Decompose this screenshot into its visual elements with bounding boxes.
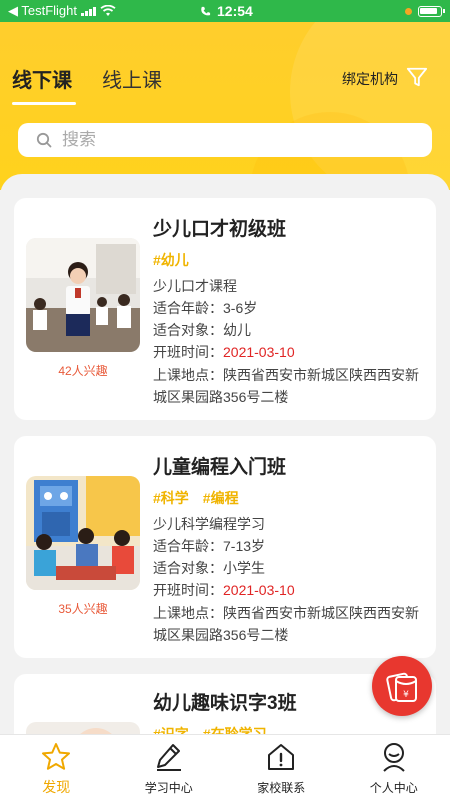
course-age: 适合年龄：7-13岁 [153,538,266,554]
tab-online-courses[interactable]: 线上课 [102,64,162,93]
course-location: 上课地点：陕西省西安市新城区陕西西安新城区果园路356号二楼 [153,605,419,643]
nav-label: 家校联系 [257,781,306,795]
clock: 12:54 [217,3,253,19]
course-start: 开班时间：2021-03-10 [153,342,295,362]
start-date: 2021-03-10 [223,344,295,360]
course-description: 少儿科学编程学习 [153,516,265,532]
user-icon [383,743,405,772]
recording-dot-icon [405,7,412,15]
bind-organization-button[interactable]: 绑定机构 [342,69,398,89]
course-location: 上课地点：陕西省西安市新城区陕西西安新城区果园路356号二楼 [153,367,419,405]
course-start: 开班时间：2021-03-10 [153,580,295,600]
header: 线下课 线上课 绑定机构 [0,22,450,190]
search-bar[interactable] [18,123,432,157]
course-card[interactable]: 少儿口才初级班 #幼儿 42人兴趣 少儿口才课程 适合年龄：3-6岁 适合对象：… [14,198,436,420]
course-tag[interactable]: #在聆学习 [203,724,267,734]
course-tag[interactable]: #识字 [153,724,189,734]
course-audience: 适合对象：小学生 [153,560,265,576]
battery-icon [418,5,445,17]
filter-icon[interactable] [406,66,428,88]
course-tag[interactable]: #幼儿 [153,250,189,270]
course-tag[interactable]: #编程 [203,488,239,508]
status-bar: ◀ TestFlight 12:54 [0,0,450,22]
interest-count: 35人兴趣 [58,602,108,616]
search-input[interactable] [62,130,392,150]
course-title: 少儿口才初级班 [153,219,287,240]
start-label: 开班时间： [153,344,223,360]
course-thumbnail[interactable] [26,238,140,352]
course-tags: #识字 #在聆学习 [153,724,267,734]
start-label: 开班时间： [153,582,223,598]
carrier-label: ◀ TestFlight [8,3,78,18]
nav-discover[interactable]: 发现 [0,735,113,800]
course-tags: #科学 #编程 [153,488,239,508]
interest-count: 42人兴趣 [58,364,108,378]
search-icon [36,132,52,148]
course-thumbnail[interactable] [26,476,140,590]
course-thumbnail[interactable] [26,722,140,734]
svg-text:¥: ¥ [403,690,409,700]
tab-offline-courses[interactable]: 线下课 [12,64,72,93]
wifi-icon [100,5,116,16]
nav-label: 学习中心 [144,781,193,795]
phone-icon [201,6,211,15]
start-date: 2021-03-10 [223,582,295,598]
star-icon [42,743,71,770]
red-packet-icon: ¥ [386,672,417,702]
course-description: 少儿口才课程 [153,278,237,294]
signal-icon [81,6,97,16]
bottom-navigation: 发现 学习中心 家校联系 个人中心 [0,734,450,800]
course-tag[interactable]: #科学 [153,488,189,508]
course-title: 儿童编程入门班 [153,457,287,478]
course-tags: #幼儿 [153,250,189,270]
nav-label: 个人中心 [369,781,418,795]
pencil-icon [156,744,181,771]
course-card[interactable]: 儿童编程入门班 #科学 #编程 35人兴趣 少儿科学编程学习 适合年龄：7-13… [14,436,436,658]
course-list[interactable]: 少儿口才初级班 #幼儿 42人兴趣 少儿口才课程 适合年龄：3-6岁 适合对象：… [0,174,450,734]
course-title: 幼儿趣味识字3班 [153,693,297,714]
course-age: 适合年龄：3-6岁 [153,300,258,316]
home-icon [268,744,295,770]
nav-profile[interactable]: 个人中心 [338,735,450,800]
nav-label: 发现 [42,779,71,795]
nav-home-school[interactable]: 家校联系 [225,735,338,800]
active-tab-indicator [12,102,76,105]
course-audience: 适合对象：幼儿 [153,322,251,338]
nav-learning-center[interactable]: 学习中心 [113,735,226,800]
red-packet-button[interactable]: ¥ [372,656,432,716]
